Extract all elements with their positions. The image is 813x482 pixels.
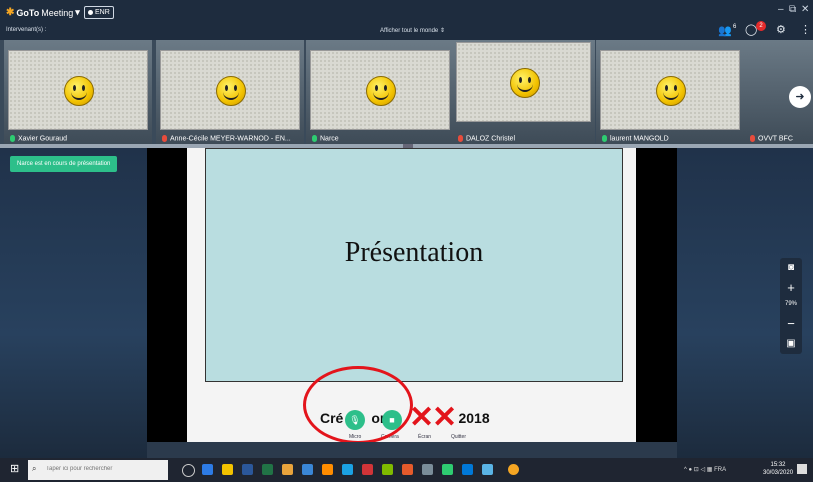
zoom-panel: ◙ + 79% − ▣ xyxy=(780,258,802,354)
slide: Présentation xyxy=(205,148,623,382)
shared-taskbar xyxy=(147,442,677,458)
cross-mark-icon: ✕ xyxy=(432,401,458,434)
zoom-level: 79% xyxy=(784,301,797,307)
taskbar-clock[interactable]: 15:32 30/03/2020 xyxy=(763,461,793,477)
participant-name: Xavier Gouraud xyxy=(10,134,67,142)
search-icon: ⌕ xyxy=(32,464,37,473)
smiley-icon xyxy=(656,76,686,106)
participant-tile[interactable]: Anne-Cécile MEYER-WARNOD - EN... xyxy=(156,40,304,144)
participant-name: OVVT BFC xyxy=(750,134,793,142)
app-icon[interactable] xyxy=(342,464,353,475)
smiley-icon xyxy=(64,76,94,106)
search-input[interactable] xyxy=(44,465,168,473)
windows-start-icon[interactable]: ⊞ xyxy=(10,464,21,475)
folder-icon[interactable] xyxy=(222,464,233,475)
title-bar: ✱ GoTo Meeting ▾ ENR Intervenant(s) : Aff… xyxy=(0,0,813,40)
smiley-icon xyxy=(509,68,540,98)
app-icon[interactable] xyxy=(462,464,473,475)
mic-icon xyxy=(10,134,15,142)
cortana-icon[interactable] xyxy=(182,464,195,477)
next-participants-button[interactable]: ➜ xyxy=(789,86,811,108)
notification-badge: 2 xyxy=(756,21,766,31)
participant-video xyxy=(456,42,591,122)
close-icon[interactable]: ✕ xyxy=(801,4,809,15)
participant-name: Anne-Cécile MEYER-WARNOD - EN... xyxy=(162,134,291,142)
excel-icon[interactable] xyxy=(262,464,273,475)
participant-name: Narce xyxy=(312,134,339,142)
participant-video xyxy=(310,50,450,130)
gear-icon[interactable]: ⚙ xyxy=(776,23,786,36)
app-icon[interactable] xyxy=(442,464,453,475)
zoom-in-button[interactable]: + xyxy=(780,280,802,295)
presenter-status: Narce est en cours de présentation xyxy=(10,156,118,172)
record-dot-icon xyxy=(88,9,93,15)
edge-icon[interactable] xyxy=(202,464,213,475)
app-logo[interactable]: ✱ GoTo Meeting ▾ xyxy=(6,7,80,18)
smiley-icon xyxy=(216,76,246,106)
participant-name: DALOZ Christel xyxy=(458,134,515,142)
presentation-stage: Narce est en cours de présentation Prése… xyxy=(0,148,813,458)
system-tray[interactable]: ^ ● ⊡ ◁ ▦ FRA xyxy=(684,466,726,473)
chevron-down-icon: ▾ xyxy=(75,7,80,17)
store-icon[interactable] xyxy=(282,464,293,475)
participant-tile[interactable]: laurent MANGOLD xyxy=(596,40,744,144)
mic-icon xyxy=(312,134,317,142)
app-icon[interactable] xyxy=(382,464,393,475)
letterbox-right xyxy=(636,148,677,448)
more-icon[interactable]: ⋮ xyxy=(800,23,811,36)
sun-icon: ✱ xyxy=(6,7,15,18)
arrow-right-icon: ➜ xyxy=(795,91,805,103)
mic-muted-icon xyxy=(750,134,755,142)
fit-screen-icon[interactable]: ▣ xyxy=(780,338,802,349)
camera-snapshot-icon[interactable]: ◙ xyxy=(780,262,802,273)
slide-title: Présentation xyxy=(344,237,484,268)
people-count: 6 xyxy=(733,24,737,30)
letterbox-left xyxy=(147,148,187,448)
participant-video xyxy=(600,50,740,130)
zoom-out-button[interactable]: − xyxy=(780,316,802,331)
minimize-icon[interactable]: – xyxy=(778,4,784,15)
participant-name: laurent MANGOLD xyxy=(602,134,669,142)
mail-icon[interactable] xyxy=(302,464,313,475)
mic-muted-icon xyxy=(458,134,463,142)
windows-taskbar: ⊞ ⌕ ^ ● ⊡ ◁ ▦ FRA 15:3230/03/2020 xyxy=(0,458,813,482)
gotomeeting-icon[interactable] xyxy=(508,464,519,475)
app-icon[interactable] xyxy=(362,464,373,475)
record-badge[interactable]: ENR xyxy=(84,6,114,19)
highlight-circle xyxy=(303,366,413,444)
chrome-icon[interactable] xyxy=(402,464,413,475)
participant-video xyxy=(8,50,148,130)
word-icon[interactable] xyxy=(242,464,253,475)
notifications-icon[interactable] xyxy=(797,464,807,474)
people-icon[interactable]: 👥 xyxy=(718,24,732,37)
restore-icon[interactable]: ⧉ xyxy=(789,4,796,15)
participant-video xyxy=(160,50,300,130)
taskbar-search[interactable]: ⌕ xyxy=(28,460,168,480)
smiley-icon xyxy=(366,76,396,106)
show-all-toggle[interactable]: Afficher tout le monde ⇕ xyxy=(380,27,445,34)
app-icon[interactable] xyxy=(322,464,333,475)
speakers-label: Intervenant(s) : xyxy=(6,27,47,33)
participants-strip: Xavier Gouraud Anne-Cécile MEYER-WARNOD … xyxy=(0,40,813,144)
participant-tile[interactable]: DALOZ Christel xyxy=(452,40,595,144)
sort-icon: ⇕ xyxy=(439,28,445,34)
mic-icon xyxy=(602,134,607,142)
app-icon[interactable] xyxy=(422,464,433,475)
mic-muted-icon xyxy=(162,134,167,142)
participant-tile[interactable]: Narce xyxy=(306,40,454,144)
app-icon[interactable] xyxy=(482,464,493,475)
participant-tile[interactable]: Xavier Gouraud xyxy=(4,40,152,144)
